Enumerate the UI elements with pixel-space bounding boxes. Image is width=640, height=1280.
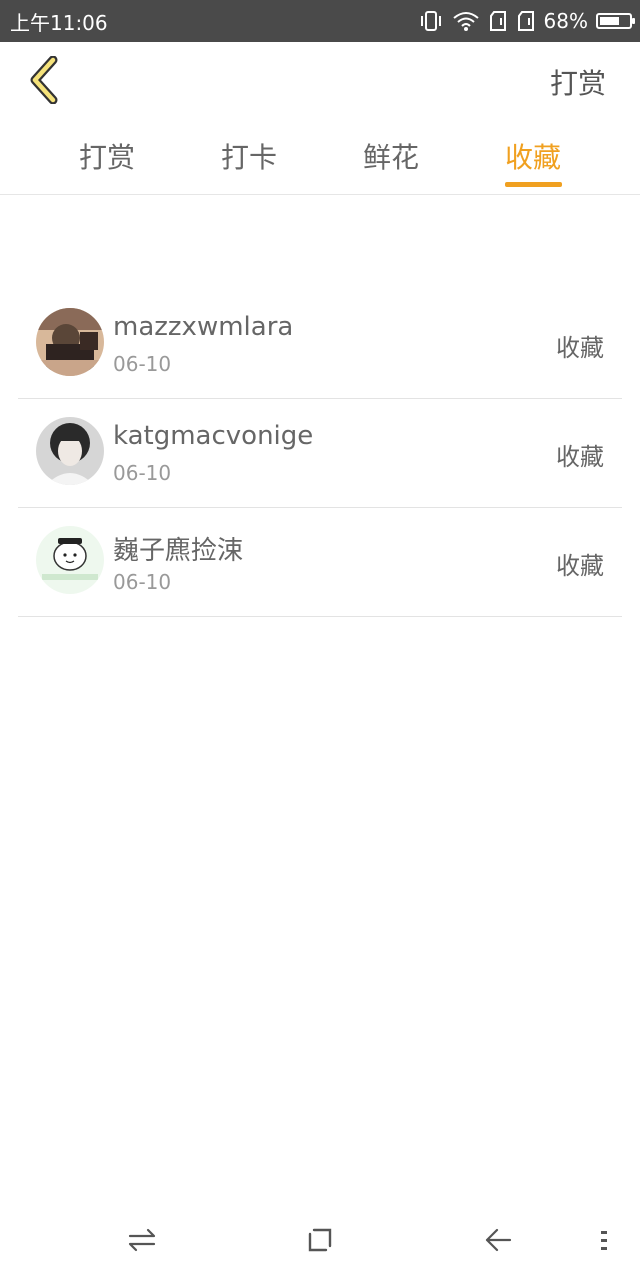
list-item[interactable]: mazzxwmlara 06-10 收藏	[18, 290, 622, 399]
menu-icon[interactable]	[584, 1220, 624, 1260]
user-name: katgmacvonige	[113, 421, 314, 451]
switch-icon[interactable]	[122, 1220, 162, 1260]
list-item[interactable]: 巍子麃捡涑 06-10 收藏	[18, 508, 622, 617]
user-name: 巍子麃捡涑	[113, 536, 244, 566]
status-bar: 上午11:06 68%	[0, 0, 640, 42]
battery-level	[600, 17, 619, 25]
favorites-list: mazzxwmlara 06-10 收藏 katgmacvonige 06-10…	[18, 290, 622, 617]
item-action-label: 收藏	[556, 552, 604, 580]
item-action-label: 收藏	[556, 443, 604, 471]
tab-checkin[interactable]: 打卡	[204, 136, 294, 176]
system-nav-bar	[0, 1200, 640, 1280]
chevron-left-icon	[27, 55, 63, 108]
item-date: 06-10	[113, 570, 172, 594]
item-date: 06-10	[113, 352, 172, 376]
wifi-icon	[452, 10, 480, 32]
item-date: 06-10	[113, 461, 172, 485]
home-icon[interactable]	[300, 1220, 340, 1260]
status-time: 上午11:06	[10, 10, 108, 35]
sim-card-icon-2	[516, 10, 536, 32]
list-item[interactable]: katgmacvonige 06-10 收藏	[18, 399, 622, 508]
user-name: mazzxwmlara	[113, 312, 294, 342]
back-button[interactable]	[20, 54, 70, 110]
avatar	[36, 308, 104, 376]
battery-icon	[596, 13, 635, 29]
vibrate-icon	[418, 10, 444, 32]
reward-header-button[interactable]: 打赏	[550, 62, 606, 102]
item-action-label: 收藏	[556, 334, 604, 362]
tab-bar: 打赏 打卡 鲜花 收藏	[0, 122, 640, 195]
tab-reward[interactable]: 打赏	[62, 136, 152, 176]
avatar	[36, 526, 104, 594]
sim-card-icon	[488, 10, 508, 32]
tab-flowers[interactable]: 鲜花	[346, 136, 436, 176]
battery-percent: 68%	[543, 9, 588, 33]
header: 打赏	[0, 42, 640, 122]
tab-favorites[interactable]: 收藏	[488, 136, 578, 176]
back-icon[interactable]	[478, 1220, 518, 1260]
avatar	[36, 417, 104, 485]
status-icons: 68%	[418, 9, 635, 33]
active-tab-indicator	[505, 182, 562, 187]
